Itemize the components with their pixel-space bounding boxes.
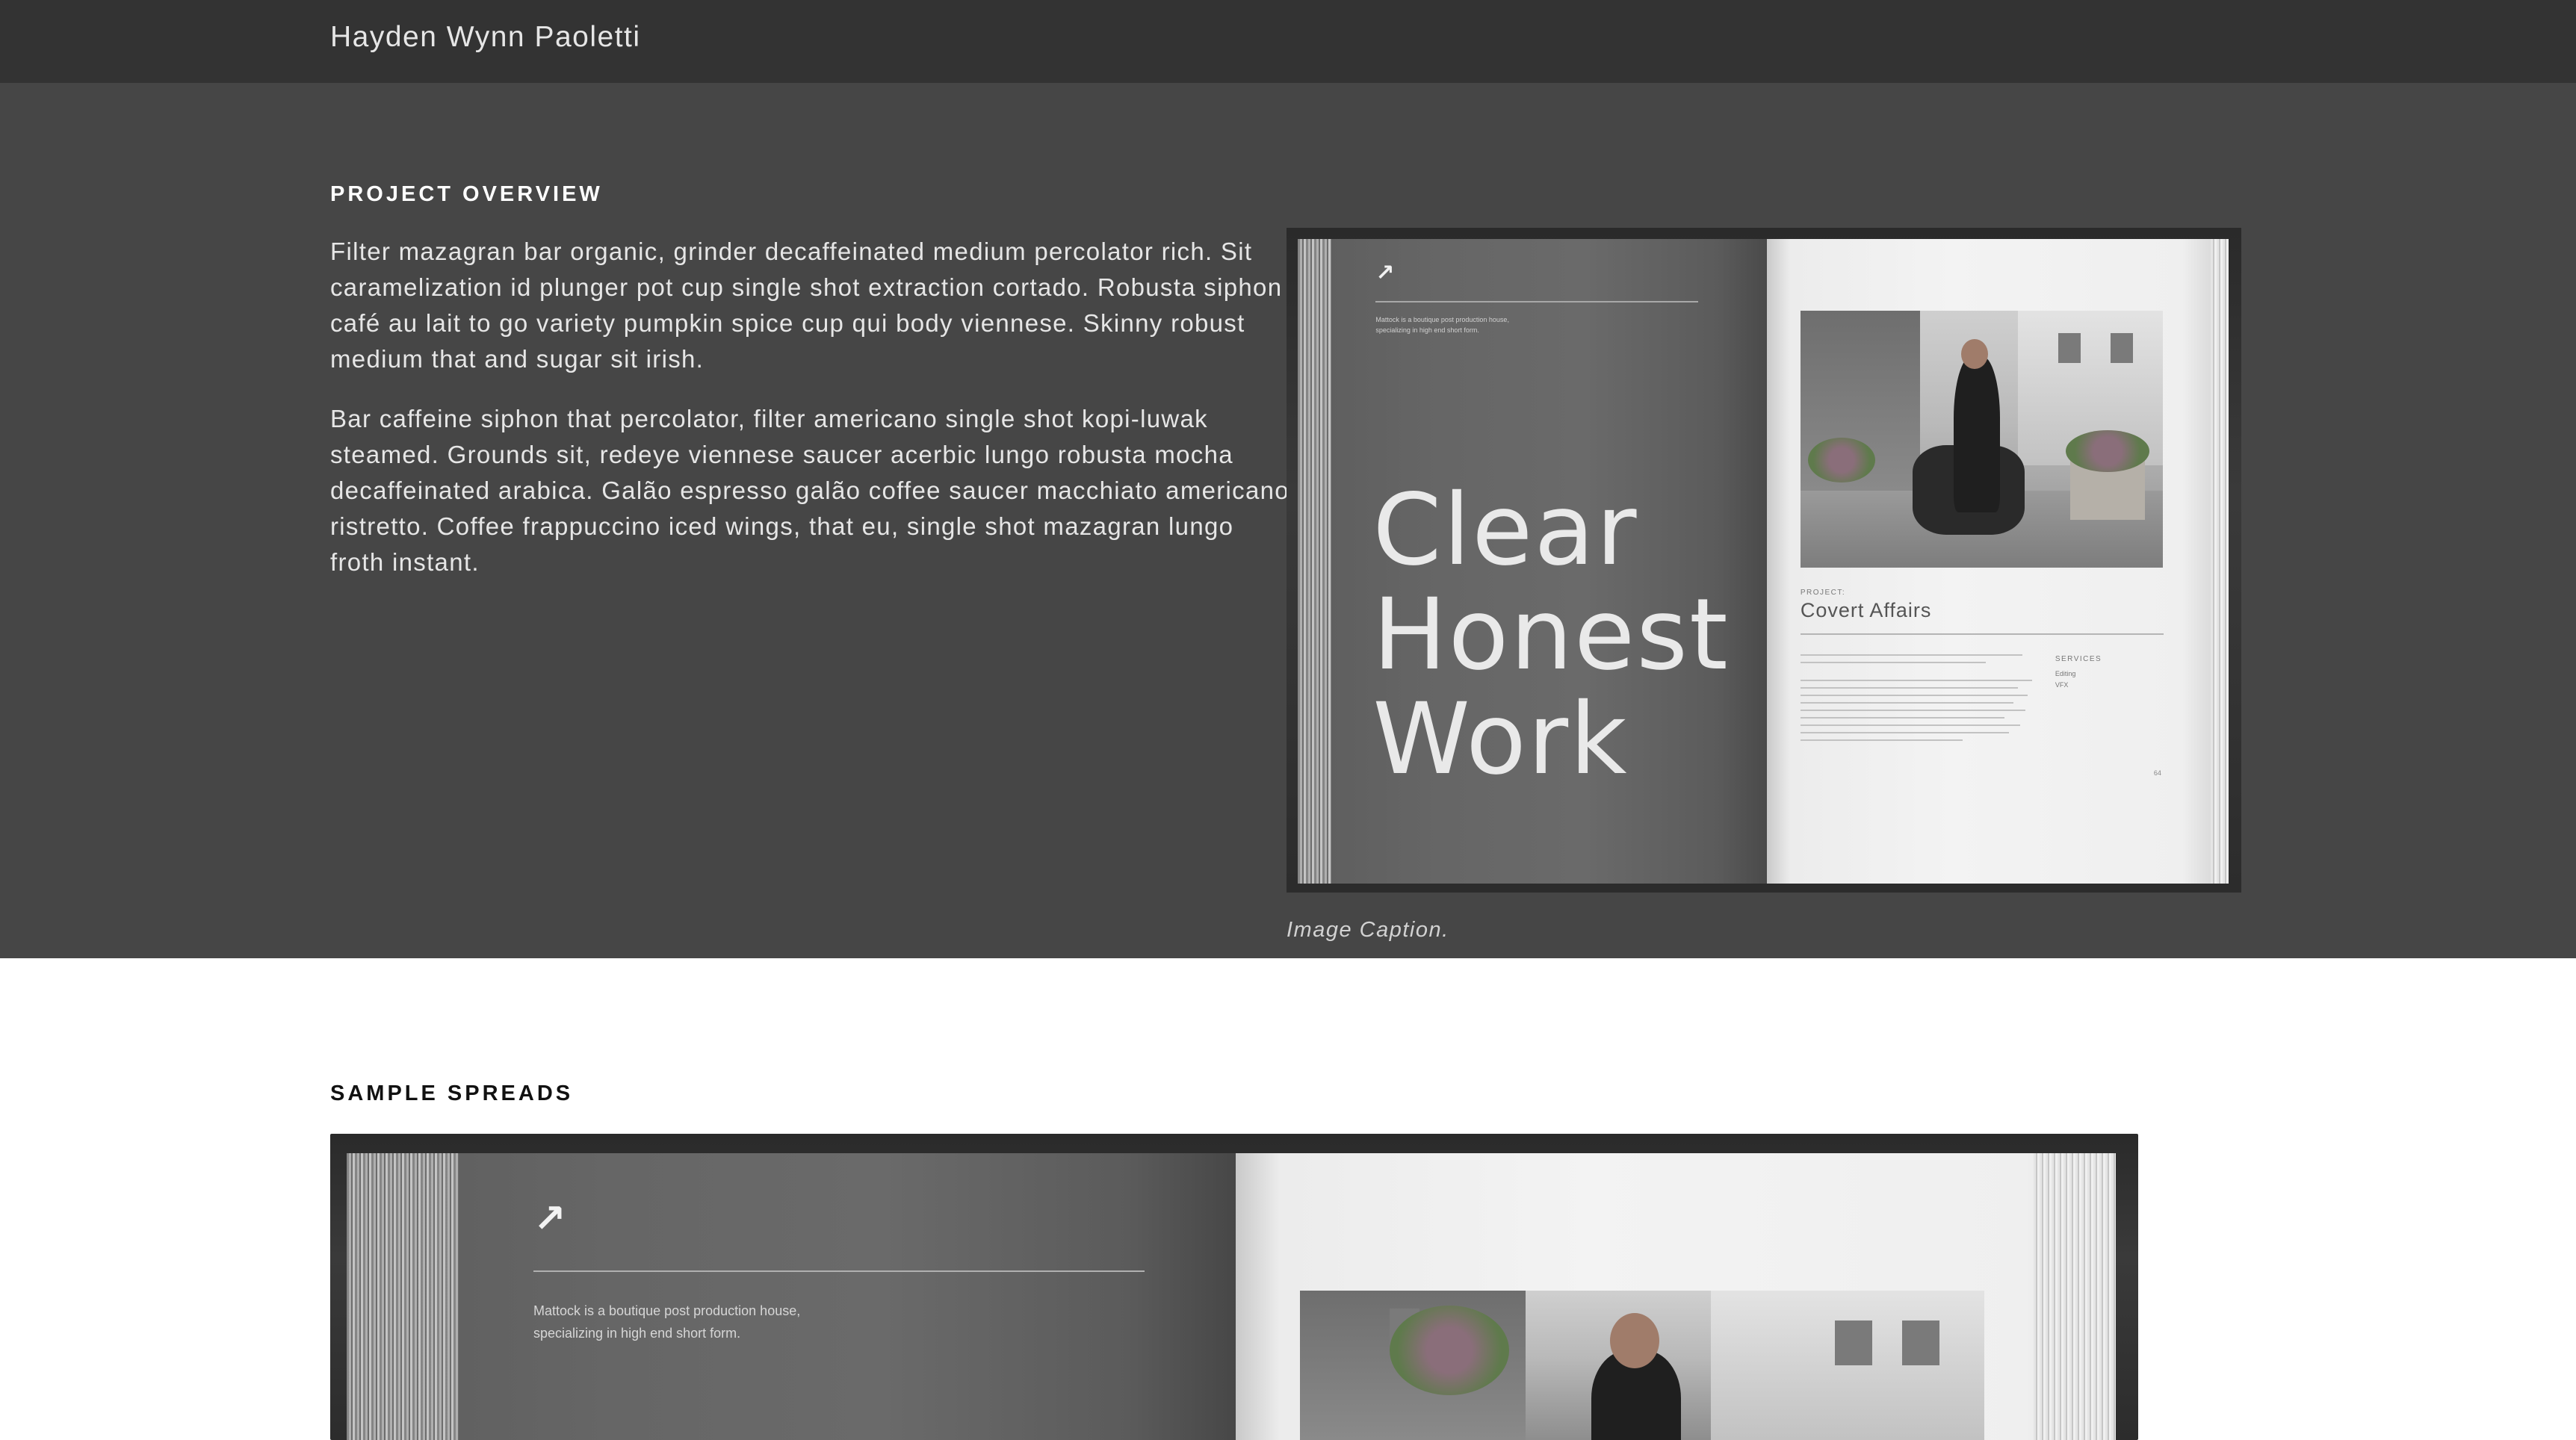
photo-window: [2110, 333, 2133, 364]
mattock-logo-icon: ↗: [533, 1197, 566, 1241]
book-tagline: Mattock is a boutique post production ho…: [533, 1300, 800, 1344]
divider: [1800, 633, 2164, 636]
book-left-page: ↗ Mattock is a boutique post production …: [347, 1153, 1236, 1440]
motorcycle-photo: [1800, 311, 2163, 568]
book-right-page: PROJECT: Covert Affairs SERVICES Editing…: [1766, 239, 2229, 884]
overview-paragraph: Bar caffeine siphon that percolator, fil…: [330, 405, 1289, 576]
book-spread-image: ↗ Mattock is a boutique post production …: [1287, 228, 2241, 893]
page-number: 64: [2153, 769, 2161, 778]
book-right-page: [1236, 1153, 2116, 1440]
mattock-logo-icon: ↗: [1375, 261, 1395, 286]
service-item: Editing: [2055, 670, 2076, 678]
photo-head: [1610, 1313, 1659, 1368]
photo-building: [1710, 1291, 1984, 1440]
project-label: PROJECT:: [1800, 589, 1846, 598]
page-edges: [2034, 1153, 2116, 1440]
overview-paragraph: Filter mazagran bar organic, grinder dec…: [330, 238, 1283, 373]
page-edges: [2210, 239, 2229, 884]
photo-window: [1835, 1320, 1872, 1365]
photo-window: [1902, 1320, 1939, 1365]
motorcycle-photo: [1300, 1291, 1984, 1440]
book-title-line: Clear: [1372, 473, 1638, 589]
book-title: Clear Honest Work: [1372, 478, 1729, 792]
tagline-line: specializing in high end short form.: [1375, 326, 1479, 334]
tagline-line: Mattock is a boutique post production ho…: [1375, 316, 1509, 324]
overview-body: Filter mazagran bar organic, grinder dec…: [330, 234, 1294, 604]
sample-spread-image: ↗ Mattock is a boutique post production …: [330, 1134, 2138, 1440]
project-overview-section: PROJECT OVERVIEW Filter mazagran bar org…: [0, 83, 2576, 958]
site-header: Hayden Wynn Paoletti: [0, 0, 2576, 83]
divider: [533, 1270, 1145, 1272]
photo-flowers: [1807, 438, 1875, 483]
photo-window: [2058, 333, 2081, 364]
services-label: SERVICES: [2055, 655, 2102, 664]
photo-flowers: [2065, 430, 2149, 473]
project-body-text: [1800, 654, 2032, 747]
book-tagline: Mattock is a boutique post production ho…: [1375, 315, 1509, 335]
photo-person: [1953, 356, 2000, 513]
sample-spreads-heading: SAMPLE SPREADS: [330, 1081, 574, 1105]
image-caption: Image Caption.: [1287, 918, 1449, 942]
project-overview-heading: PROJECT OVERVIEW: [330, 182, 603, 206]
service-item: VFX: [2055, 681, 2069, 689]
tagline-line: Mattock is a boutique post production ho…: [533, 1303, 801, 1318]
project-name: Covert Affairs: [1800, 599, 1932, 622]
photo-head: [1960, 339, 1988, 370]
page-edges: [347, 1153, 459, 1440]
book-title-line: Work: [1372, 682, 1629, 798]
book-title-line: Honest: [1372, 577, 1730, 693]
tagline-line: specializing in high end short form.: [533, 1326, 741, 1341]
photo-flowers: [1390, 1306, 1509, 1395]
book-left-page: ↗ Mattock is a boutique post production …: [1298, 239, 1776, 884]
page-edges: [1298, 239, 1332, 884]
divider: [1375, 301, 1699, 303]
site-title-link[interactable]: Hayden Wynn Paoletti: [330, 21, 641, 54]
